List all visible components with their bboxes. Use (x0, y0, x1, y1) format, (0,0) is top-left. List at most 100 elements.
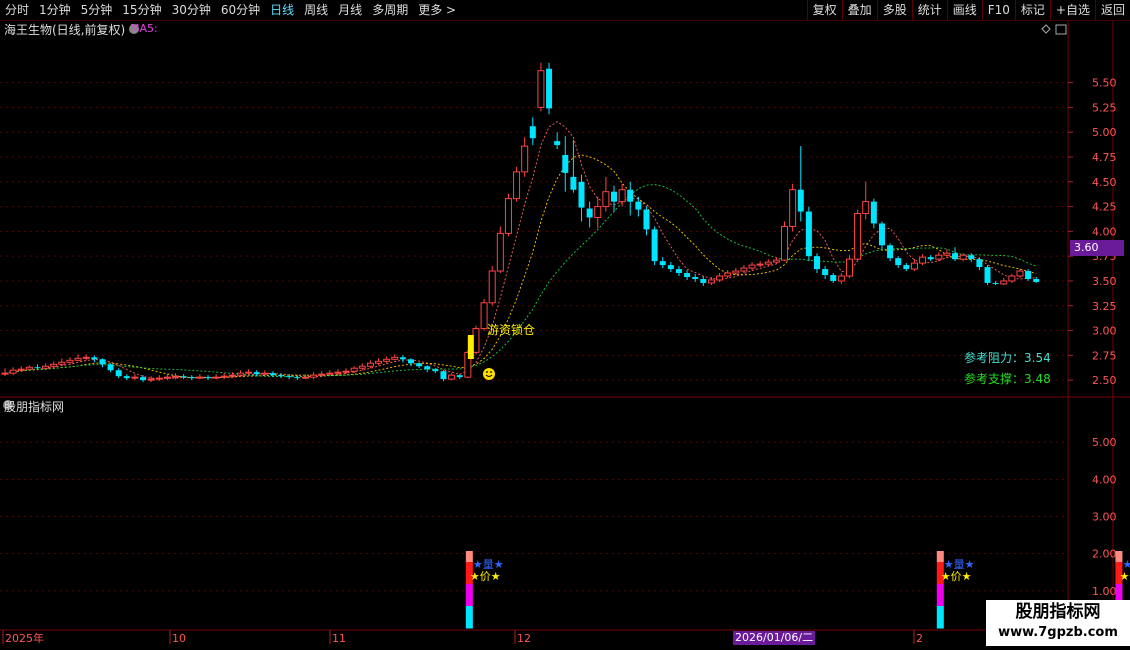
candle-body (74, 357, 82, 361)
stock-title: 海王生物(日线,前复权) (4, 23, 126, 37)
ma20-line (4, 184, 1037, 377)
candle-body (163, 376, 171, 379)
candle-body (959, 254, 967, 260)
candle-body (546, 68, 553, 109)
signal-segment (1115, 551, 1123, 563)
current-price-tag: 3.60 (1070, 240, 1124, 256)
candle-body (440, 371, 447, 380)
candle-body (236, 372, 244, 376)
candle-body (659, 261, 666, 266)
window-toggle-icon (1055, 24, 1067, 35)
candle-body (732, 270, 740, 274)
signal-segment (1115, 584, 1123, 596)
candle-body (196, 376, 204, 379)
ind-tick-label-3: 2.00 (1092, 548, 1117, 561)
signal-bar (467, 335, 474, 359)
y-tick-label-3: 4.75 (1092, 151, 1117, 164)
candle-body (261, 372, 269, 375)
candle-body (903, 265, 910, 270)
candle-body (822, 269, 829, 276)
candle-body (943, 252, 951, 256)
candle-body (147, 378, 155, 381)
watermark-title: 股朋指标网 (1015, 602, 1101, 622)
candle-body (562, 155, 569, 173)
kline-chart[interactable]: 5.505.255.004.754.504.254.003.753.503.25… (0, 0, 1130, 650)
candle-body (895, 258, 902, 266)
candle-body (684, 273, 691, 277)
candle-body (131, 376, 139, 379)
ind-tick-label-0: 5.00 (1092, 436, 1117, 449)
ma10-line (4, 154, 1037, 379)
candle-body (228, 374, 236, 377)
candle-body (870, 201, 877, 224)
candle-body (115, 370, 122, 377)
candle-body (172, 375, 180, 378)
candle-body (529, 126, 536, 139)
ref-resist: 参考阻力：3.54 (964, 351, 1051, 365)
candle-body (789, 189, 797, 227)
smiley-eye-right (490, 371, 492, 373)
candle-body (805, 211, 812, 257)
candle-body (927, 257, 934, 260)
candle-body (66, 359, 74, 363)
candle-body (391, 356, 399, 360)
candle-body (416, 363, 423, 367)
signal-segment (936, 617, 944, 629)
candle-body (358, 365, 366, 369)
candle-body (350, 367, 358, 372)
signal-segment (465, 606, 473, 618)
candle-body (99, 359, 106, 365)
candle-body (554, 141, 561, 146)
candle-body (837, 275, 845, 282)
candle-body (342, 370, 350, 373)
y-tick-label-4: 4.50 (1092, 176, 1117, 189)
candle-body (740, 267, 748, 272)
candle-body (1000, 280, 1008, 285)
candle-body (635, 201, 642, 210)
candle-body (627, 189, 634, 202)
candle-body (707, 279, 715, 284)
candle-body (772, 259, 780, 263)
candle-body (188, 377, 195, 379)
candle-body (1016, 270, 1024, 277)
smiley-icon (483, 368, 495, 380)
candle-body (1, 372, 9, 375)
y-tick-label-10: 3.00 (1092, 325, 1117, 338)
candle-body (432, 369, 439, 372)
ref-support: 参考支撑：3.48 (964, 372, 1051, 386)
candle-body (748, 264, 756, 269)
date-label-2: 11 (332, 632, 346, 645)
candle-body (537, 70, 545, 108)
signal-segment (936, 595, 944, 607)
candle-body (651, 229, 658, 262)
candle-body (504, 198, 512, 234)
candle-body (399, 357, 406, 360)
candle-body (50, 363, 58, 367)
candle-body (25, 366, 33, 370)
candle-body (814, 256, 820, 270)
candle-body (180, 376, 187, 378)
candle-body (756, 263, 764, 266)
candle-body (602, 191, 610, 208)
candle-body (675, 269, 682, 274)
signal-segment (465, 551, 473, 563)
candle-body (968, 255, 975, 260)
smiley-eye-left (486, 371, 488, 373)
candle-body (334, 371, 342, 374)
candle-body (976, 259, 983, 268)
candle-body (286, 376, 293, 378)
candle-body (854, 213, 862, 260)
candle-body (887, 245, 894, 259)
candle-body (301, 376, 309, 379)
candle-body (212, 376, 220, 379)
y-tick-label-5: 4.25 (1092, 201, 1117, 214)
candle-body (667, 265, 674, 270)
y-tick-label-2: 5.00 (1092, 126, 1117, 139)
candle-body (845, 258, 853, 277)
candle-body (992, 282, 999, 284)
signal-price-label-2: ★价★ (1119, 570, 1130, 583)
candle-body (42, 365, 50, 369)
signal-segment (465, 595, 473, 607)
candle-body (521, 145, 529, 173)
candle-body (408, 359, 414, 364)
